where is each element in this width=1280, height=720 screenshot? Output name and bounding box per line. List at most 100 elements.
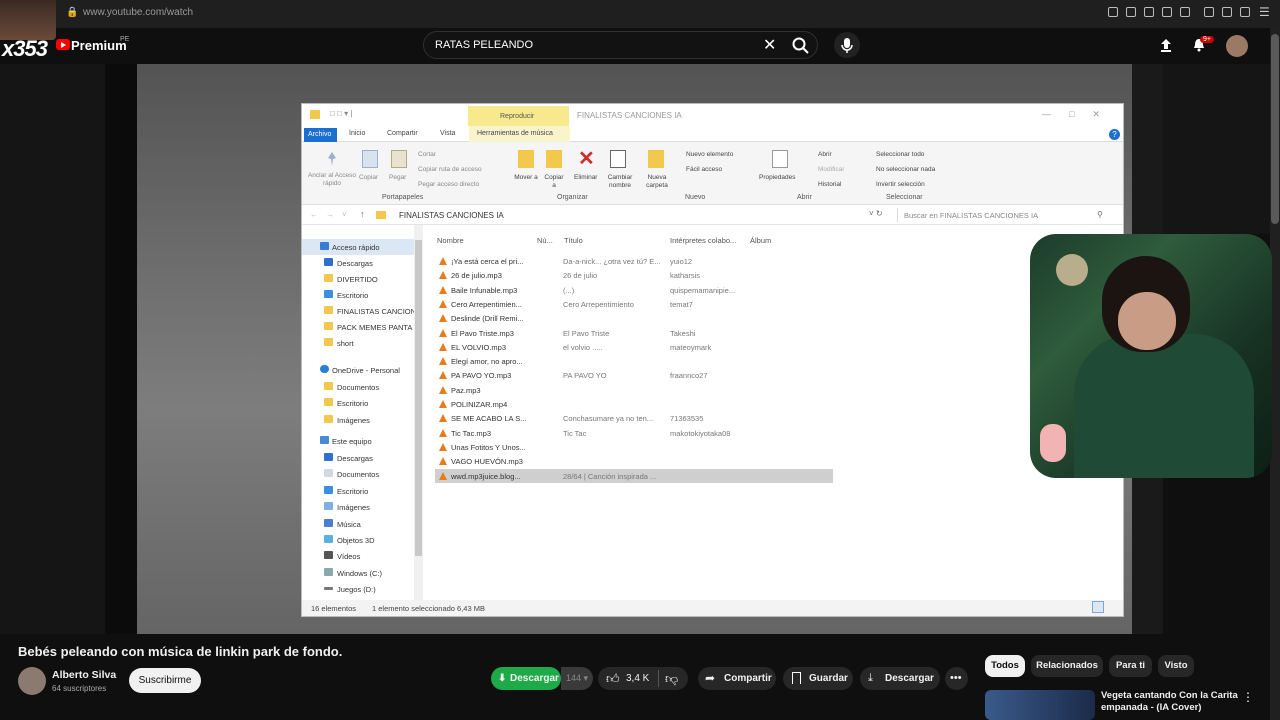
premium-logo[interactable]: Premium xyxy=(71,38,127,53)
file-row[interactable]: Tic Tac.mp3 Tic Tac makotokiyotaka08 xyxy=(435,426,833,440)
chip-relacionados[interactable]: Relacionados xyxy=(1031,655,1103,677)
file-row[interactable]: SE ME ACABO LA S... Conchasumare ya no te… xyxy=(435,411,833,425)
upload-icon[interactable] xyxy=(1158,37,1174,53)
nav-este-equipo[interactable]: Este equipo xyxy=(302,433,415,449)
nav-acceso-rapido[interactable]: Acceso rápido xyxy=(302,239,415,255)
channel-name[interactable]: Alberto Silva xyxy=(52,669,116,681)
details-view-icon[interactable] xyxy=(1092,601,1104,613)
window-controls[interactable]: —□✕ xyxy=(1042,109,1118,120)
file-row[interactable]: Cero Arrepentimien... Cero Arrepentimient… xyxy=(435,297,833,311)
chip-todos[interactable]: Todos xyxy=(985,655,1025,677)
nav-objetos-3d[interactable]: Objetos 3D xyxy=(302,532,415,548)
chip-visto[interactable]: Visto xyxy=(1158,655,1194,677)
nav-documentos-equipo[interactable]: Documentos xyxy=(302,466,415,482)
menu-icon[interactable]: ☰ xyxy=(1259,5,1270,19)
file-row[interactable]: El Pavo Triste.mp3 El Pavo Triste Takeshi xyxy=(435,326,833,340)
thumbs-up-icon[interactable]: 👍︎ xyxy=(606,667,620,690)
nav-imagenes-onedrive[interactable]: Imágenes xyxy=(302,412,415,428)
column-titulo[interactable]: Título xyxy=(564,236,583,245)
extension-icon[interactable] xyxy=(1162,7,1172,17)
paste-shortcut-button[interactable]: Pegar acceso directo xyxy=(418,181,479,189)
properties-button[interactable]: Propiedades xyxy=(759,174,796,182)
nav-escritorio-onedrive[interactable]: Escritorio xyxy=(302,395,415,411)
file-row[interactable]: POLINIZAR.mp4 xyxy=(435,397,833,411)
file-row[interactable]: Paz.mp3 xyxy=(435,383,833,397)
extensions-puzzle-icon[interactable] xyxy=(1204,7,1214,17)
help-icon[interactable]: ? xyxy=(1109,129,1120,140)
chip-para-ti[interactable]: Para ti xyxy=(1109,655,1152,677)
delete-button[interactable]: Eliminar xyxy=(574,174,597,182)
tab-vista[interactable]: Vista xyxy=(440,130,455,137)
download-extension-button[interactable]: ⬇ Descargar xyxy=(491,667,561,690)
recommended-video-title[interactable]: Vegeta cantando Con la Carita empanada -… xyxy=(1101,690,1241,714)
file-row[interactable]: Unas Fotitos Y Unos... xyxy=(435,440,833,454)
file-row[interactable]: PA PAVO YO.mp3 PA PAVO YO fraannco27 xyxy=(435,368,833,382)
tab-herramientas-musica[interactable]: Herramientas de música xyxy=(469,126,570,142)
tab-archivo[interactable]: Archivo xyxy=(304,128,337,142)
nav-finalistas[interactable]: FINALISTAS CANCION xyxy=(302,303,416,319)
nav-escritorio-equipo[interactable]: Escritorio xyxy=(302,483,415,499)
nav-musica[interactable]: Música xyxy=(302,516,415,532)
nav-onedrive[interactable]: OneDrive - Personal xyxy=(302,362,415,378)
file-row[interactable]: Elegí amor, no apro... xyxy=(435,354,833,368)
user-avatar[interactable] xyxy=(1226,35,1248,57)
like-count[interactable]: 3,4 K xyxy=(626,667,649,690)
nav-juegos-d[interactable]: Juegos (D:) xyxy=(302,581,415,597)
search-input[interactable]: RATAS PELEANDO ✕ xyxy=(423,31,818,59)
youtube-logo-icon[interactable] xyxy=(56,39,70,50)
file-row[interactable]: Baile Infunable.mp3 (...) quispemamanipie.… xyxy=(435,283,833,297)
extension-icon[interactable] xyxy=(1180,7,1190,17)
nav-pack-memes[interactable]: PACK MEMES PANTA xyxy=(302,319,415,335)
select-all-button[interactable]: Seleccionar todo xyxy=(876,151,924,159)
paste-button[interactable]: Pegar xyxy=(389,174,406,182)
extension-icon[interactable] xyxy=(1126,7,1136,17)
microphone-icon[interactable] xyxy=(834,32,860,58)
modify-button[interactable]: Modificar xyxy=(818,166,844,174)
extension-icon[interactable] xyxy=(1108,7,1118,17)
easy-access-button[interactable]: Fácil acceso xyxy=(686,166,722,174)
cut-button[interactable]: Cortar xyxy=(418,151,436,159)
explorer-search-input[interactable]: Buscar en FINALISTAS CANCIONES IA ⚲ xyxy=(897,208,1112,222)
new-folder-button[interactable]: Nueva carpeta xyxy=(642,174,672,190)
refresh-icon[interactable]: ˅ ↻ xyxy=(869,209,883,218)
history-button[interactable]: Historial xyxy=(818,181,841,189)
nav-escritorio[interactable]: Escritorio xyxy=(302,287,415,303)
breadcrumb[interactable]: FINALISTAS CANCIONES IA xyxy=(399,211,504,220)
nav-videos[interactable]: Vídeos xyxy=(302,548,415,564)
nav-descargas-equipo[interactable]: Descargas xyxy=(302,450,415,466)
file-row[interactable]: Deslinde (Drill Remi... xyxy=(435,311,833,325)
subscribe-button[interactable]: Suscribirme xyxy=(129,668,201,693)
column-numero[interactable]: Nú... xyxy=(537,236,553,245)
quick-access-toolbar[interactable]: □ □ ▾ | xyxy=(330,109,352,118)
invert-selection-button[interactable]: Invertir selección xyxy=(876,181,925,189)
page-scrollbar-thumb[interactable] xyxy=(1271,34,1279,224)
open-button[interactable]: Abrir xyxy=(818,151,832,159)
file-row[interactable]: VAGO HUEVÓN.mp3 xyxy=(435,454,833,468)
address-bar[interactable]: www.youtube.com/watch xyxy=(83,7,193,18)
close-icon[interactable]: ✕ xyxy=(763,35,776,55)
column-nombre[interactable]: Nombre xyxy=(437,236,464,245)
file-row[interactable]: 26 de julio.mp3 26 de julio katharsis xyxy=(435,268,833,282)
copy-button[interactable]: Copiar xyxy=(359,174,378,182)
download-count[interactable]: 144 ▾ xyxy=(561,667,593,690)
nav-imagenes-equipo[interactable]: Imágenes xyxy=(302,499,415,515)
share-button[interactable]: ➦ Compartir xyxy=(698,667,776,690)
up-arrow-icon[interactable]: ↑ xyxy=(360,209,365,219)
nav-documentos[interactable]: Documentos xyxy=(302,379,415,395)
search-icon[interactable] xyxy=(791,36,811,56)
download-icon[interactable] xyxy=(1240,7,1250,17)
channel-avatar[interactable] xyxy=(18,667,46,695)
pin-button[interactable]: Anclar al Acceso rápido xyxy=(306,172,358,188)
copy-to-button[interactable]: Copiar a xyxy=(542,174,566,190)
nav-descargas[interactable]: Descargas xyxy=(302,255,415,271)
address-bar[interactable]: ←→˅ ↑ FINALISTAS CANCIONES IA ˅ ↻ Buscar… xyxy=(302,205,1123,225)
more-actions-icon[interactable]: ••• xyxy=(945,667,968,690)
column-album[interactable]: Álbum xyxy=(750,236,771,245)
nav-windows-c[interactable]: Windows (C:) xyxy=(302,565,415,581)
tab-compartir[interactable]: Compartir xyxy=(387,130,418,137)
vertical-dots-icon[interactable]: ⋮ xyxy=(1242,690,1254,704)
extension-icon[interactable] xyxy=(1144,7,1154,17)
file-row[interactable]: wwd.mp3juice.blog... 28/64 | Canción insp… xyxy=(435,468,833,483)
new-item-button[interactable]: Nuevo elemento xyxy=(686,151,733,159)
file-row[interactable]: EL VOLVIO.mp3 el volvio ..... mateoymark xyxy=(435,340,833,354)
